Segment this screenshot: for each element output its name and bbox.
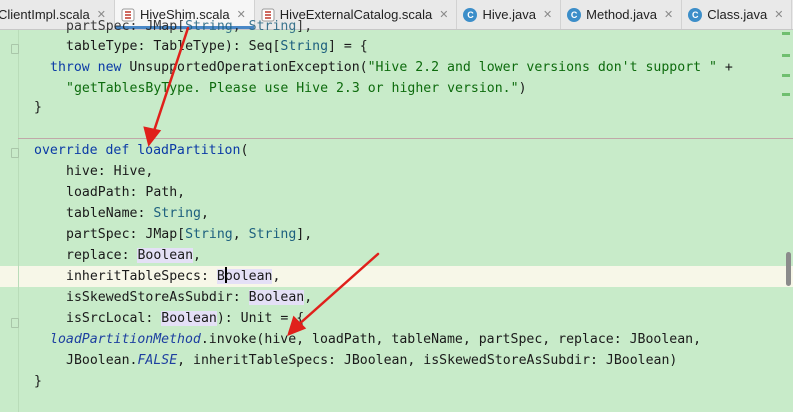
annotation-arrow [151, 26, 190, 136]
annotation-arrows [143, 26, 380, 337]
annotation-arrow [295, 252, 380, 328]
arrow-head-icon [143, 126, 162, 147]
